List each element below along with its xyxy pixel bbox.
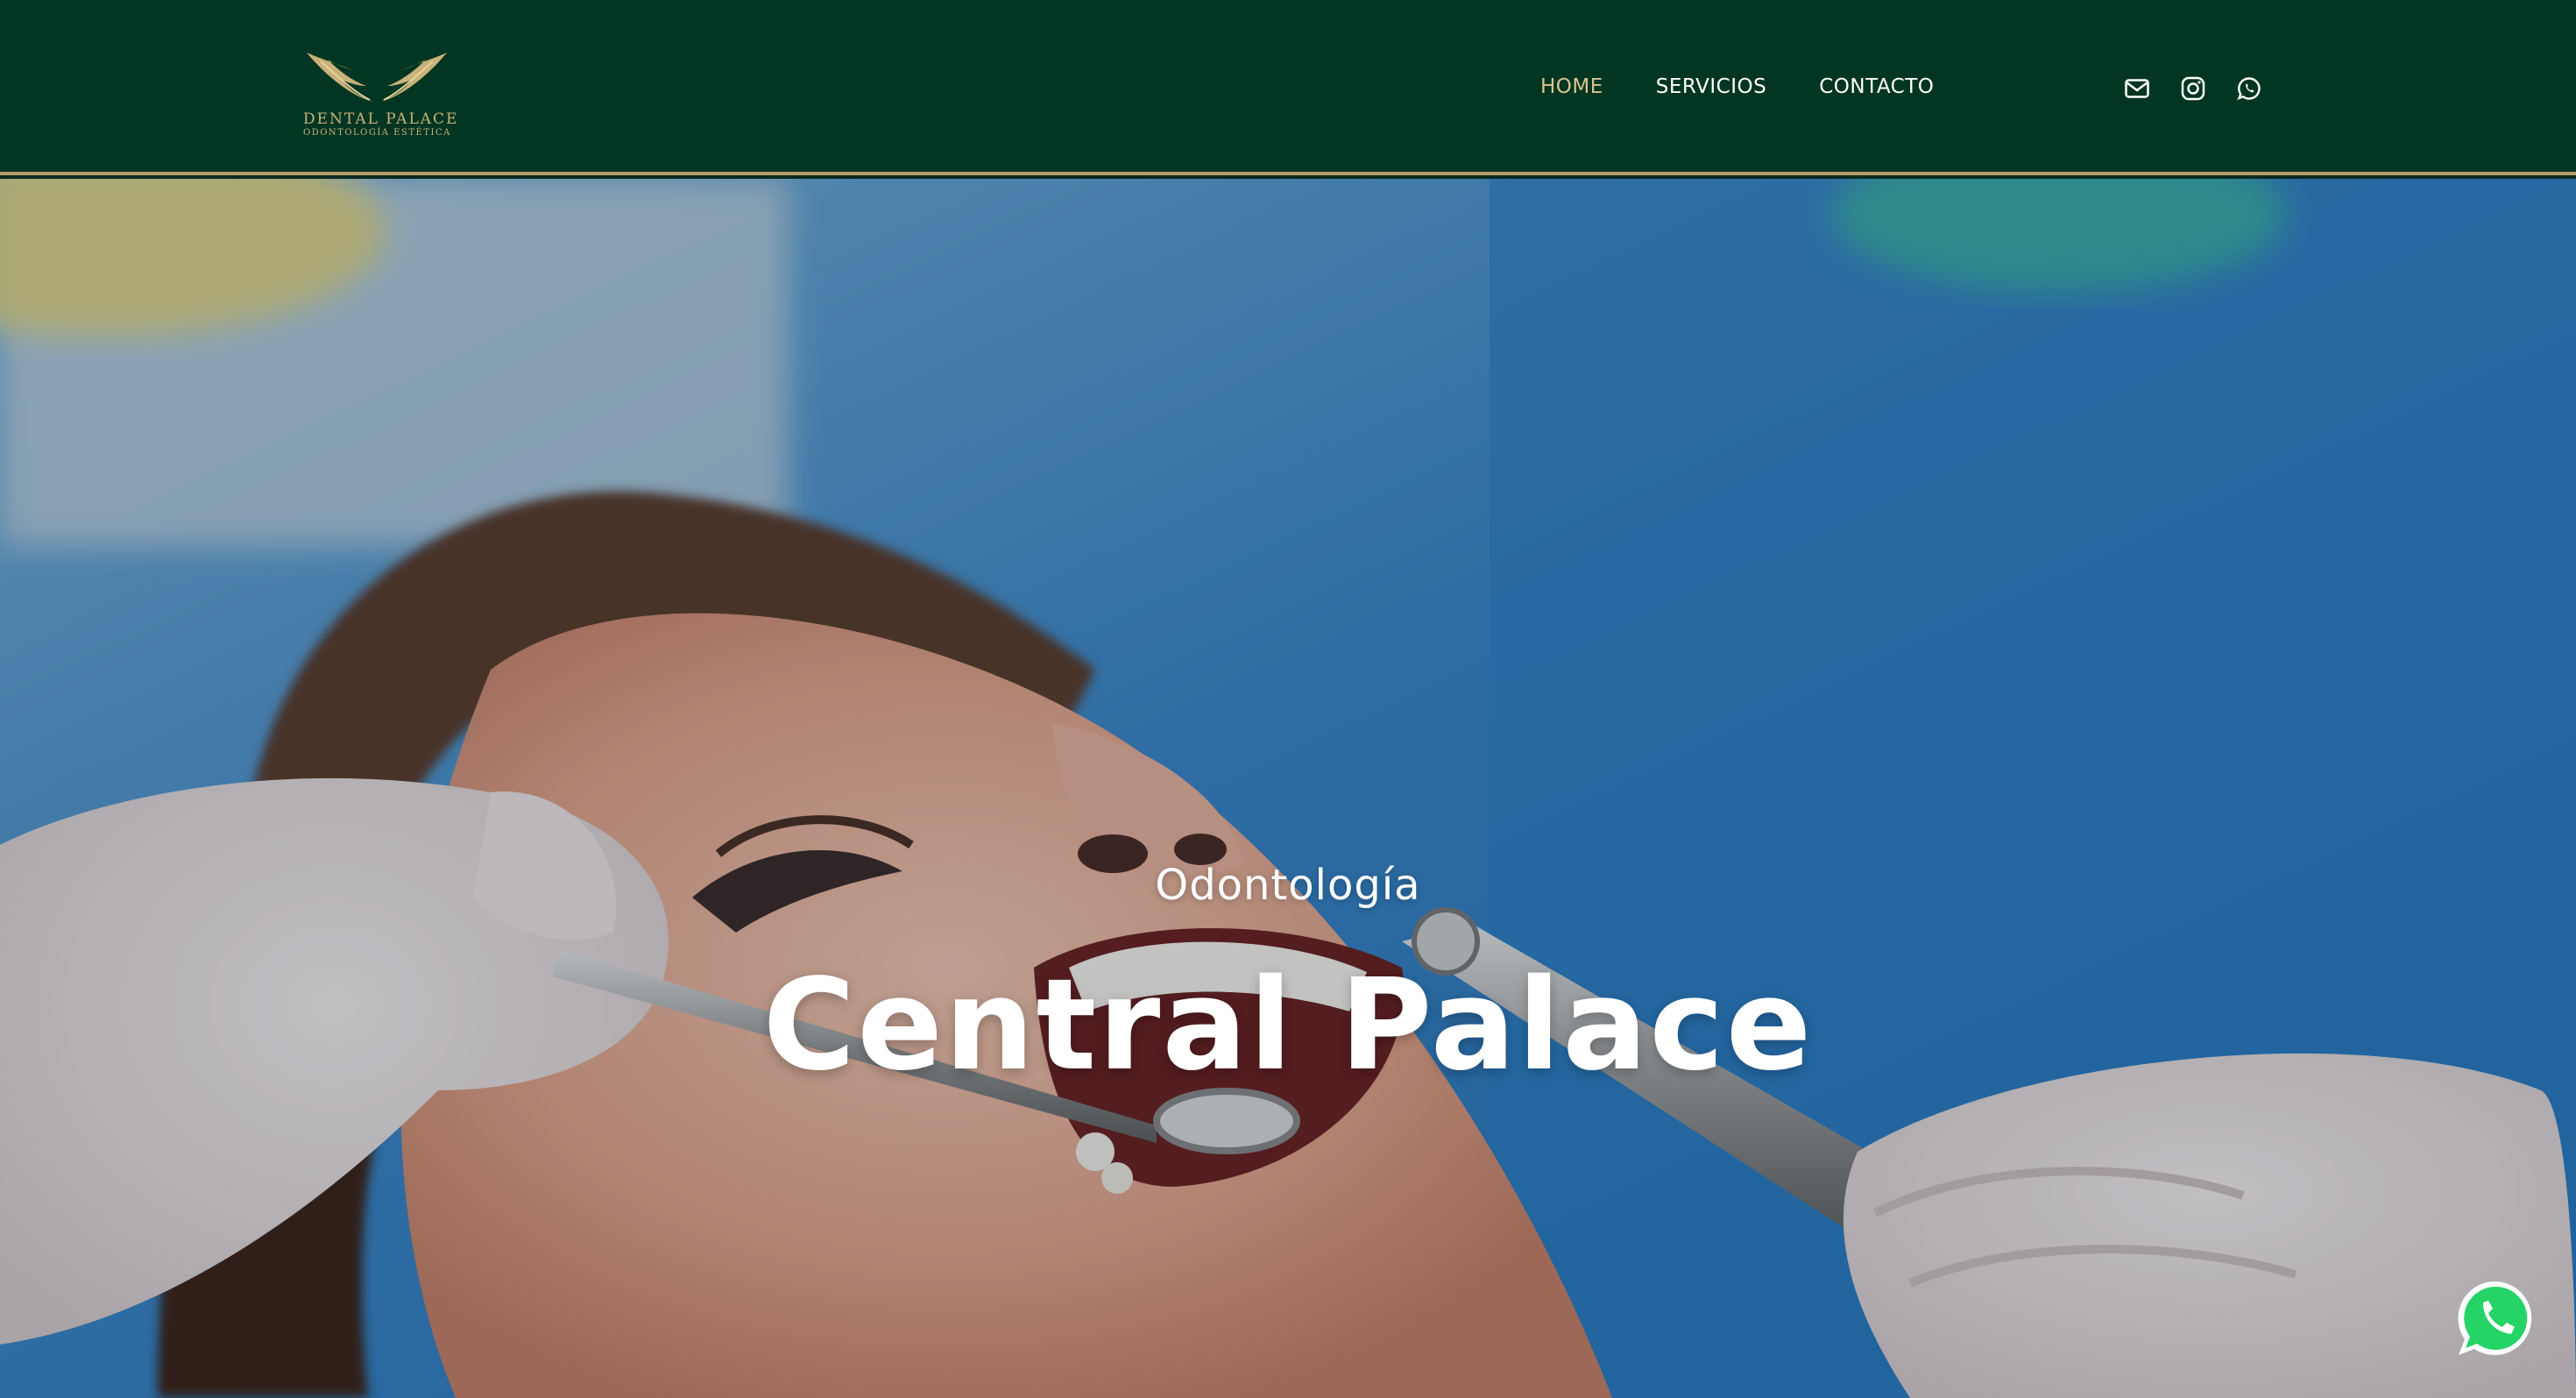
wings-logo-icon [307, 53, 447, 102]
nav-servicios[interactable]: SERVICIOS [1656, 75, 1766, 98]
main-nav: HOME SERVICIOS CONTACTO [1540, 75, 1934, 98]
social-links [2124, 75, 2262, 102]
logo-name: DENTAL PALACE [303, 110, 459, 128]
whatsapp-icon[interactable] [2236, 75, 2262, 102]
logo[interactable]: DENTAL PALACE ODONTOLOGÍA ESTÉTICA [303, 47, 459, 138]
instagram-icon[interactable] [2180, 75, 2206, 102]
nav-contacto[interactable]: CONTACTO [1819, 75, 1934, 98]
hero-overlay [0, 179, 2576, 1398]
hero-kicker: Odontología [1155, 861, 1421, 910]
whatsapp-float-icon [2458, 1281, 2532, 1355]
site-header: DENTAL PALACE ODONTOLOGÍA ESTÉTICA HOME … [0, 0, 2576, 175]
nav-home[interactable]: HOME [1540, 75, 1603, 98]
envelope-icon[interactable] [2124, 75, 2150, 102]
hero-section: Odontología Central Palace [0, 179, 2576, 1398]
whatsapp-float-button[interactable] [2453, 1276, 2537, 1360]
hero-title: Central Palace [762, 951, 1814, 1098]
logo-tagline: ODONTOLOGÍA ESTÉTICA [303, 128, 451, 138]
